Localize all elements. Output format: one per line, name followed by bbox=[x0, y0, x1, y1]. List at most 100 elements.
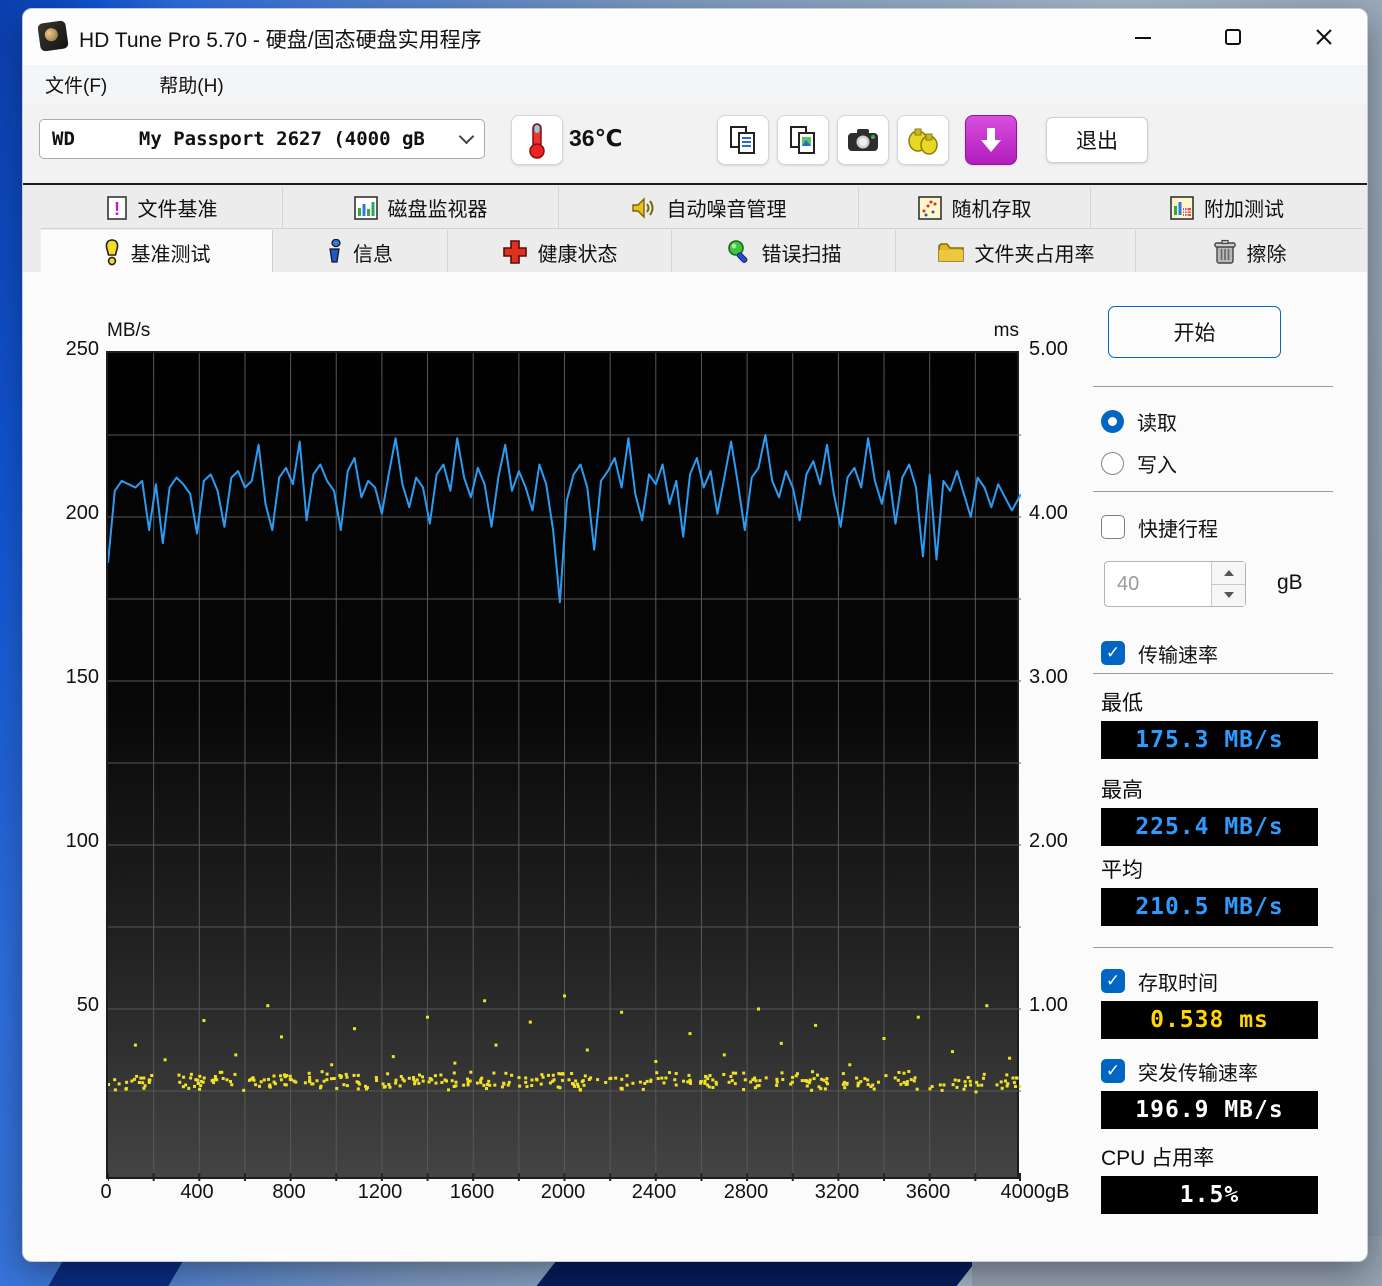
temperature-button[interactable] bbox=[511, 115, 563, 165]
thermometer-icon bbox=[529, 123, 545, 159]
tab-disk-monitor[interactable]: 磁盘监视器 bbox=[283, 187, 559, 228]
y-tick-label: 100 bbox=[65, 830, 99, 852]
tab-file-benchmark[interactable]: ! 文件基准 bbox=[41, 187, 283, 228]
tab-error-scan[interactable]: 错误扫描 bbox=[672, 230, 896, 274]
copy-image-button[interactable] bbox=[777, 115, 829, 165]
short-stroke-checkbox[interactable] bbox=[1101, 515, 1125, 539]
tab-health[interactable]: 健康状态 bbox=[448, 230, 672, 274]
trash-icon bbox=[1213, 239, 1237, 265]
maximize-button[interactable] bbox=[1204, 15, 1262, 59]
tab-auto-acoustic[interactable]: 自动噪音管理 bbox=[559, 187, 859, 228]
y-tick-label: 2.00 bbox=[1029, 830, 1068, 852]
copy-text-icon bbox=[730, 126, 755, 154]
access-time-checkbox[interactable]: ✓ bbox=[1101, 969, 1125, 993]
x-tick-label: 2400 bbox=[631, 1181, 677, 1203]
donate-button[interactable] bbox=[897, 115, 949, 165]
right-axis-unit: ms bbox=[993, 320, 1019, 341]
tab-label: 附加测试 bbox=[1204, 199, 1284, 221]
window-title: HD Tune Pro 5.70 - 硬盘/固态硬盘实用程序 bbox=[79, 29, 482, 52]
title-bar: HD Tune Pro 5.70 - 硬盘/固态硬盘实用程序 bbox=[23, 9, 1367, 65]
stepper-up-button[interactable] bbox=[1212, 562, 1245, 585]
max-value: 225.4 MB/s bbox=[1101, 808, 1318, 846]
access-time-row[interactable]: ✓ 存取时间 bbox=[1101, 967, 1218, 995]
x-tick-label: 400 bbox=[180, 1181, 214, 1203]
drive-selector[interactable]: WD My Passport 2627 (4000 gB bbox=[39, 119, 485, 159]
stepper-down-button[interactable] bbox=[1212, 584, 1245, 606]
bar-chart-icon bbox=[353, 195, 378, 220]
y-tick-label: 3.00 bbox=[1029, 666, 1068, 688]
max-label: 最高 bbox=[1101, 779, 1143, 802]
short-stroke-value: 40 bbox=[1117, 572, 1140, 595]
burst-rate-row[interactable]: ✓ 突发传输速率 bbox=[1101, 1057, 1258, 1085]
tab-erase[interactable]: 擦除 bbox=[1136, 230, 1363, 274]
menu-file[interactable]: 文件(F) bbox=[37, 67, 115, 102]
y-tick-label: 5.00 bbox=[1029, 338, 1068, 360]
short-stroke-stepper[interactable]: 40 bbox=[1104, 561, 1246, 607]
x-tick-label: 3600 bbox=[905, 1181, 951, 1203]
benchmark-panel: MB/s ms 250 200 150 100 50 5.00 4.00 3.0… bbox=[23, 272, 1367, 1261]
tab-label: 擦除 bbox=[1246, 243, 1287, 266]
tab-benchmark-active[interactable]: 基准测试 bbox=[41, 230, 273, 274]
document-exclamation-icon: ! bbox=[106, 195, 128, 220]
screenshot-button[interactable] bbox=[837, 115, 889, 165]
tab-label: 自动噪音管理 bbox=[666, 199, 787, 221]
tab-label: 错误扫描 bbox=[761, 243, 842, 266]
save-screenshot-button[interactable] bbox=[965, 115, 1017, 165]
write-radio-row[interactable]: 写入 bbox=[1101, 449, 1177, 477]
x-tick-label: 1200 bbox=[357, 1181, 403, 1203]
read-radio-row[interactable]: 读取 bbox=[1101, 407, 1177, 435]
y-tick-label: 250 bbox=[65, 338, 99, 360]
app-window: HD Tune Pro 5.70 - 硬盘/固态硬盘实用程序 文件(F) 帮助(… bbox=[22, 8, 1368, 1262]
burst-rate-label: 突发传输速率 bbox=[1138, 1062, 1258, 1085]
drive-vendor: WD bbox=[52, 128, 75, 150]
transfer-rate-row[interactable]: ✓ 传输速率 bbox=[1101, 639, 1218, 667]
speaker-icon bbox=[631, 196, 657, 220]
avg-label: 平均 bbox=[1101, 859, 1143, 882]
tab-info[interactable]: 信息 bbox=[273, 230, 448, 274]
svg-text:!: ! bbox=[114, 199, 120, 219]
avg-value: 210.5 MB/s bbox=[1101, 888, 1318, 926]
tab-random-access[interactable]: 随机存取 bbox=[859, 187, 1091, 228]
short-stroke-row[interactable]: 快捷行程 bbox=[1101, 513, 1218, 541]
divider bbox=[1093, 386, 1333, 387]
tab-label: 文件夹占用率 bbox=[974, 243, 1095, 266]
x-tick-label: 4000gB bbox=[1000, 1181, 1070, 1203]
minimize-button[interactable] bbox=[1114, 15, 1172, 59]
drive-model: My Passport 2627 (4000 gB bbox=[138, 128, 425, 150]
camera-icon bbox=[848, 129, 878, 151]
menu-help[interactable]: 帮助(H) bbox=[151, 67, 231, 102]
up-arrow-icon bbox=[1223, 569, 1234, 576]
access-time-value: 0.538 ms bbox=[1101, 1001, 1318, 1039]
tab-extra-tests[interactable]: 附加测试 bbox=[1091, 187, 1363, 228]
folder-icon bbox=[937, 240, 965, 264]
exit-button[interactable]: 退出 bbox=[1046, 117, 1148, 163]
down-arrow-icon bbox=[981, 128, 1001, 152]
cpu-value: 1.5% bbox=[1101, 1176, 1318, 1214]
scatter-dots-icon bbox=[917, 195, 942, 220]
burst-rate-checkbox[interactable]: ✓ bbox=[1101, 1059, 1125, 1083]
read-radio[interactable] bbox=[1101, 409, 1124, 433]
close-icon bbox=[1316, 29, 1332, 45]
magnifier-icon bbox=[726, 239, 752, 265]
money-bags-icon bbox=[908, 128, 938, 155]
menu-bar: 文件(F) 帮助(H) bbox=[23, 65, 1367, 103]
min-label: 最低 bbox=[1101, 692, 1143, 715]
benchmark-plot bbox=[108, 353, 1021, 1181]
tab-folder-usage[interactable]: 文件夹占用率 bbox=[896, 230, 1136, 274]
tab-strip: ! 文件基准 磁盘监视器 自动噪音管理 随机存取 附加测试 基准测试 信息 健康… bbox=[23, 183, 1367, 274]
exit-label: 退出 bbox=[1076, 130, 1118, 153]
write-radio[interactable] bbox=[1101, 451, 1124, 475]
min-value: 175.3 MB/s bbox=[1101, 721, 1318, 759]
copy-text-button[interactable] bbox=[717, 115, 769, 165]
divider bbox=[1093, 491, 1333, 492]
transfer-rate-checkbox[interactable]: ✓ bbox=[1101, 641, 1125, 665]
close-button[interactable] bbox=[1295, 15, 1353, 59]
tab-label: 磁盘监视器 bbox=[387, 199, 488, 221]
x-tick-label: 3200 bbox=[814, 1181, 860, 1203]
x-tick-label: 2000 bbox=[540, 1181, 586, 1203]
start-button[interactable]: 开始 bbox=[1108, 306, 1281, 358]
benchmark-chart bbox=[106, 351, 1021, 1181]
read-radio-label: 读取 bbox=[1137, 412, 1177, 435]
tab-label: 文件基准 bbox=[137, 199, 218, 221]
down-arrow-icon bbox=[1223, 592, 1234, 599]
